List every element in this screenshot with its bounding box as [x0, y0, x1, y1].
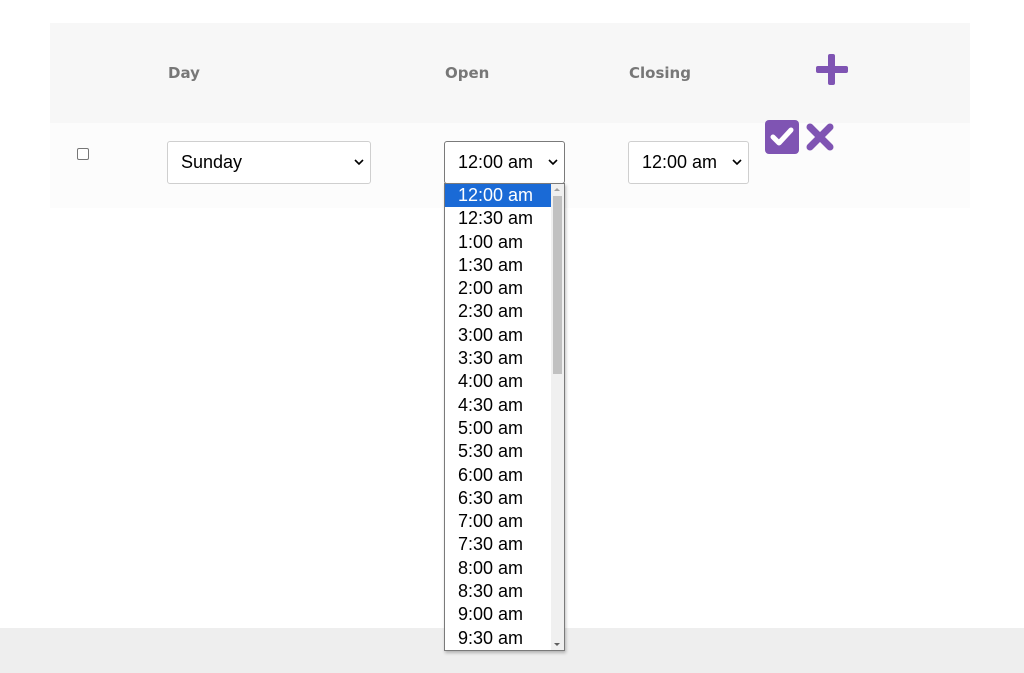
header-day: Day	[168, 64, 200, 82]
row-checkbox[interactable]	[77, 148, 89, 160]
scroll-up-arrow-icon[interactable]	[554, 188, 560, 191]
header-open: Open	[445, 64, 490, 82]
cancel-button[interactable]	[805, 122, 835, 157]
header-closing: Closing	[629, 64, 691, 82]
table-header: Day Open Closing	[50, 23, 970, 123]
open-time-dropdown-list[interactable]: 12:00 am 12:30 am 1:00 am 1:30 am 2:00 am 2:3…	[444, 183, 565, 651]
closing-select-value: 12:00 am	[642, 152, 718, 172]
dropdown-option[interactable]: 2:00 am	[445, 277, 551, 300]
open-select-value: 12:00 am	[458, 152, 534, 172]
dropdown-option[interactable]: 1:30 am	[445, 254, 551, 277]
dropdown-option[interactable]: 4:30 am	[445, 394, 551, 417]
hours-table: Day Open Closing Sunday 12:00 am 12:00 a…	[50, 23, 970, 208]
dropdown-option[interactable]: 4:00 am	[445, 370, 551, 393]
day-select[interactable]: Sunday	[167, 141, 371, 184]
day-select-value: Sunday	[181, 152, 243, 172]
x-icon	[806, 123, 834, 151]
dropdown-option[interactable]: 7:00 am	[445, 510, 551, 533]
dropdown-option[interactable]: 2:30 am	[445, 300, 551, 323]
plus-icon	[816, 54, 848, 85]
chevron-down-icon	[726, 159, 748, 166]
open-time-select[interactable]: 12:00 am	[444, 141, 565, 184]
dropdown-option[interactable]: 8:00 am	[445, 557, 551, 580]
dropdown-option[interactable]: 7:30 am	[445, 533, 551, 556]
check-square-icon	[765, 120, 799, 154]
dropdown-option[interactable]: 9:30 am	[445, 627, 551, 650]
chevron-down-icon	[542, 159, 564, 166]
dropdown-option[interactable]: 5:00 am	[445, 417, 551, 440]
closing-time-select[interactable]: 12:00 am	[628, 141, 749, 184]
chevron-down-icon	[348, 159, 370, 166]
scrollbar[interactable]	[551, 184, 564, 650]
confirm-button[interactable]	[765, 120, 799, 159]
dropdown-option[interactable]: 6:30 am	[445, 487, 551, 510]
dropdown-option[interactable]: 12:30 am	[445, 207, 551, 230]
dropdown-option[interactable]: 3:00 am	[445, 324, 551, 347]
add-row-button[interactable]	[814, 54, 850, 91]
dropdown-option[interactable]: 1:00 am	[445, 231, 551, 254]
dropdown-option[interactable]: 3:30 am	[445, 347, 551, 370]
dropdown-option[interactable]: 5:30 am	[445, 440, 551, 463]
scroll-down-arrow-icon[interactable]	[554, 643, 560, 646]
scrollbar-thumb[interactable]	[553, 196, 562, 374]
dropdown-option[interactable]: 12:00 am	[445, 184, 551, 208]
dropdown-option[interactable]: 6:00 am	[445, 464, 551, 487]
dropdown-option[interactable]: 9:00 am	[445, 603, 551, 626]
dropdown-option[interactable]: 8:30 am	[445, 580, 551, 603]
